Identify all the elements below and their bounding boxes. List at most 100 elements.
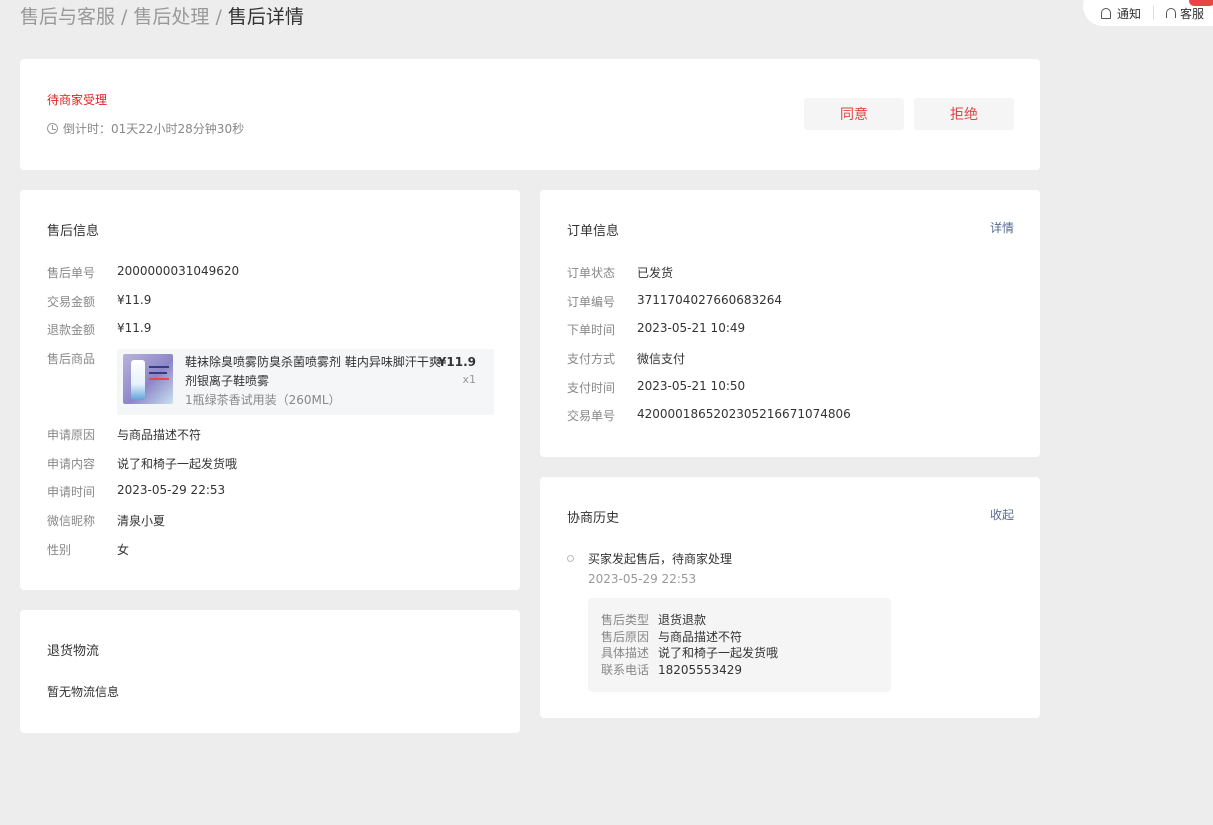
- page: 售后与客服 / 售后处理 / 售后详情 通知 客服 待商家受理 倒计时：01天22小时2…: [0, 0, 1213, 825]
- detail-label: 售后类型: [601, 613, 650, 627]
- aftersale-info-card: 售后信息 售后单号 2000000031049620 交易金额 ¥11.9 退款…: [20, 190, 520, 590]
- collapse-link[interactable]: 收起: [990, 506, 1014, 523]
- aftersale-info-title: 售后信息: [47, 224, 100, 239]
- refund-amount: ¥11.9: [117, 321, 152, 335]
- status-card: 待商家受理 倒计时：01天22小时28分钟30秒 同意 拒绝: [20, 59, 1040, 170]
- field-label: 交易单号: [567, 409, 616, 423]
- history-detail-box: 售后类型 退货退款 售后原因 与商品描述不符 具体描述 说了和椅子一起发货哦 联…: [588, 598, 891, 692]
- gender: 女: [117, 543, 130, 557]
- toolbar-divider: [1153, 6, 1155, 20]
- order-time-row: 下单时间 2023-05-21 10:49: [567, 321, 745, 338]
- detail-row: 售后原因 与商品描述不符: [601, 629, 891, 646]
- order-detail-link[interactable]: 详情: [990, 219, 1014, 236]
- logistics-empty-text: 暂无物流信息: [47, 685, 120, 699]
- breadcrumb: 售后与客服 / 售后处理 / 售后详情: [20, 4, 304, 30]
- field-label: 支付时间: [567, 381, 616, 395]
- reject-button[interactable]: 拒绝: [914, 98, 1014, 130]
- return-logistics-card: 退货物流 暂无物流信息: [20, 610, 520, 733]
- field-label: 退款金额: [47, 323, 96, 337]
- apply-time-row: 申请时间 2023-05-29 22:53: [47, 483, 225, 500]
- field-label: 售后单号: [47, 266, 96, 280]
- order-no-row: 订单编号 3711704027660683264: [567, 293, 782, 310]
- product-quantity: x1: [462, 373, 476, 386]
- breadcrumb-item-aftersale-processing[interactable]: 售后处理: [133, 6, 209, 28]
- field-label: 性别: [47, 543, 72, 557]
- bell-icon: [1101, 7, 1111, 19]
- trade-no: 4200001865202305216671074806: [637, 407, 851, 421]
- reason: 与商品描述不符: [117, 428, 202, 442]
- reason-row: 申请原因 与商品描述不符: [47, 426, 201, 443]
- contact-phone: 18205553429: [658, 662, 742, 677]
- agree-button[interactable]: 同意: [804, 98, 904, 130]
- product-spec: 1瓶绿茶香试用装（260ML）: [185, 393, 341, 407]
- order-status-row: 订单状态 已发货: [567, 264, 673, 281]
- content: 说了和椅子一起发货哦: [117, 457, 238, 471]
- detail-label: 联系电话: [601, 662, 650, 677]
- detail-value: 与商品描述不符: [658, 629, 743, 644]
- detail-value: 说了和椅子一起发货哦: [658, 646, 779, 660]
- clock-icon: [47, 123, 58, 134]
- breadcrumb-item-aftersale-service[interactable]: 售后与客服: [20, 6, 115, 28]
- negotiation-history-title: 协商历史: [567, 511, 620, 526]
- countdown: 倒计时：01天22小时28分钟30秒: [47, 120, 244, 137]
- order-info-title: 订单信息: [567, 224, 620, 239]
- field-label: 交易金额: [47, 295, 96, 309]
- countdown-text: 倒计时：01天22小时28分钟30秒: [63, 122, 245, 136]
- field-label: 申请时间: [47, 485, 96, 499]
- return-logistics-title: 退货物流: [47, 644, 100, 659]
- wechat-nickname-row: 微信昵称 清泉小夏: [47, 512, 165, 529]
- order-info-card: 订单信息 详情 订单状态 已发货 订单编号 371170402766068326…: [540, 190, 1040, 457]
- field-label: 订单编号: [567, 295, 616, 309]
- trade-no-row: 交易单号 4200001865202305216671074806: [567, 407, 851, 424]
- detail-label: 售后原因: [601, 629, 650, 644]
- order-status: 已发货: [637, 266, 674, 280]
- field-label: 支付方式: [567, 352, 616, 366]
- field-label: 微信昵称: [47, 514, 96, 528]
- timeline-dot: [567, 555, 574, 562]
- pay-method-row: 支付方式 微信支付: [567, 350, 685, 367]
- field-label: 售后商品: [47, 352, 96, 366]
- order-no: 3711704027660683264: [637, 293, 783, 307]
- breadcrumb-separator: /: [215, 6, 222, 28]
- pay-time: 2023-05-21 10:50: [637, 379, 746, 393]
- trade-amount: ¥11.9: [117, 293, 152, 307]
- product-card[interactable]: 鞋袜除臭喷雾防臭杀菌喷雾剂 鞋内异味脚汗干爽剂银离子鞋喷雾 1瓶绿茶香试用装（2…: [117, 349, 494, 415]
- field-label: 下单时间: [567, 323, 616, 337]
- history-event: 买家发起售后，待商家处理: [588, 552, 733, 566]
- aftersale-product-row: 售后商品: [47, 350, 117, 367]
- detail-value: 退货退款: [658, 613, 707, 627]
- wechat-nickname: 清泉小夏: [117, 514, 166, 528]
- notify-button[interactable]: 通知: [1101, 5, 1141, 22]
- breadcrumb-separator: /: [121, 6, 128, 28]
- product-bottle-image: [131, 360, 145, 400]
- aftersale-order-no: 2000000031049620: [117, 264, 240, 278]
- negotiation-history-card: 协商历史 收起 买家发起售后，待商家处理 2023-05-29 22:53 售后…: [540, 477, 1040, 718]
- detail-row: 具体描述 说了和椅子一起发货哦: [601, 645, 891, 662]
- gender-row: 性别 女: [47, 541, 129, 558]
- field-label: 申请内容: [47, 457, 96, 471]
- headset-icon: [1166, 8, 1177, 18]
- customer-service-button[interactable]: 客服: [1166, 5, 1204, 22]
- product-name: 鞋袜除臭喷雾防臭杀菌喷雾剂 鞋内异味脚汗干爽剂银离子鞋喷雾: [185, 355, 441, 388]
- content-row: 申请内容 说了和椅子一起发货哦: [47, 455, 237, 472]
- customer-service-label: 客服: [1180, 6, 1205, 21]
- notify-label: 通知: [1117, 6, 1142, 21]
- detail-row: 联系电话 18205553429: [601, 662, 891, 679]
- breadcrumb-current: 售后详情: [227, 6, 304, 28]
- order-time: 2023-05-21 10:49: [637, 321, 746, 335]
- refund-amount-row: 退款金额 ¥11.9: [47, 321, 151, 338]
- aftersale-order-no-row: 售后单号 2000000031049620: [47, 264, 239, 281]
- product-thumbnail: [123, 354, 173, 404]
- pay-time-row: 支付时间 2023-05-21 10:50: [567, 379, 745, 396]
- field-label: 申请原因: [47, 428, 96, 442]
- history-time: 2023-05-29 22:53: [588, 572, 697, 586]
- detail-label: 具体描述: [601, 646, 650, 660]
- product-price: ¥11.9: [438, 355, 476, 369]
- field-label: 订单状态: [567, 266, 616, 280]
- unread-badge: [1189, 0, 1213, 6]
- apply-time: 2023-05-29 22:53: [117, 483, 226, 497]
- detail-row: 售后类型 退货退款: [601, 612, 891, 629]
- trade-amount-row: 交易金额 ¥11.9: [47, 293, 151, 310]
- pay-method: 微信支付: [637, 352, 686, 366]
- status-title: 待商家受理: [47, 93, 108, 107]
